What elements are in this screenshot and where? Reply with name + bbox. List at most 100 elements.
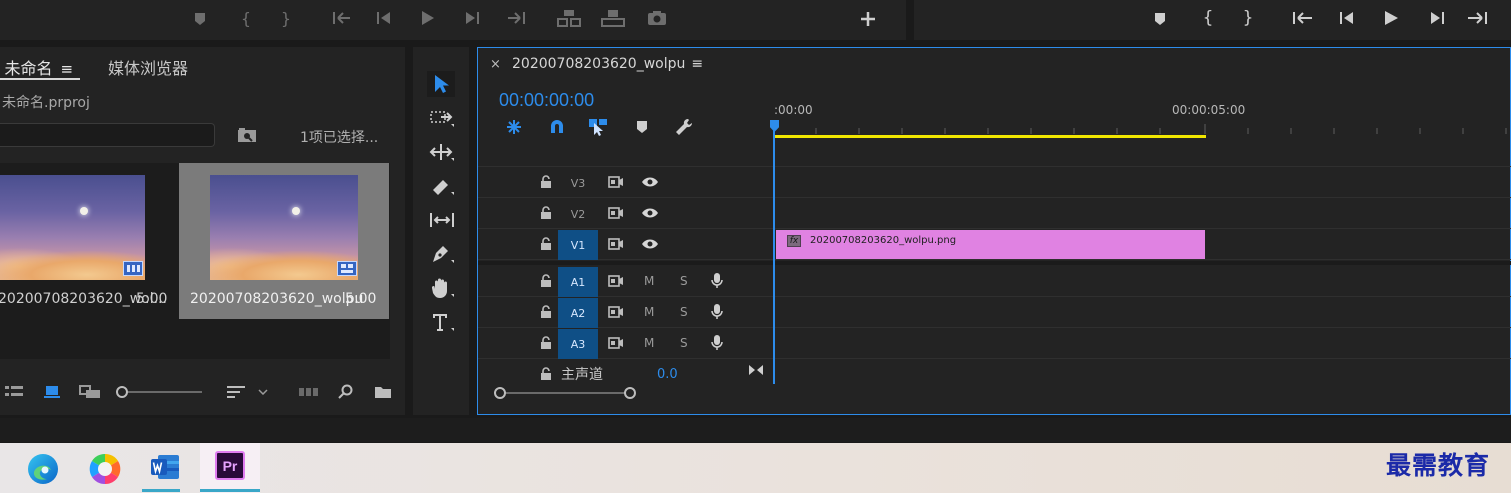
add-marker-icon[interactable]	[1150, 10, 1170, 28]
track-target-v3[interactable]: V3	[558, 168, 598, 198]
wrench-icon[interactable]	[672, 116, 696, 138]
solo-button[interactable]: S	[680, 305, 688, 319]
panel-menu-icon[interactable]: ≡	[61, 60, 74, 78]
new-bin-icon[interactable]	[372, 383, 394, 401]
go-to-out-icon[interactable]	[504, 9, 528, 27]
type-tool-icon[interactable]	[427, 309, 457, 335]
step-back-icon[interactable]	[374, 9, 394, 27]
taskbar-premiere-active[interactable]: Pr	[200, 443, 260, 493]
zoom-slider-handle[interactable]	[116, 386, 128, 398]
lock-icon[interactable]	[538, 335, 554, 351]
solo-button[interactable]: S	[680, 336, 688, 350]
playhead-line[interactable]	[773, 120, 775, 384]
bin-item[interactable]: 20200708203620_wol... 5:00	[0, 163, 178, 319]
search-icon[interactable]	[336, 382, 356, 402]
bin-grid: 20200708203620_wol... 5:00 2020070820362…	[0, 163, 390, 359]
mute-button[interactable]: M	[644, 305, 654, 319]
razor-tool-icon[interactable]	[427, 173, 457, 199]
edge-browser-icon[interactable]	[26, 452, 60, 486]
nest-sequence-icon[interactable]	[502, 117, 526, 137]
360-browser-icon[interactable]	[88, 452, 122, 486]
work-area-bar[interactable]	[775, 135, 1206, 138]
step-forward-icon[interactable]	[462, 9, 482, 27]
microphone-icon[interactable]	[708, 334, 726, 352]
lock-icon[interactable]	[538, 273, 554, 289]
taskbar-word[interactable]	[142, 443, 180, 493]
pen-tool-icon[interactable]	[427, 241, 457, 267]
sync-lock-icon[interactable]	[606, 205, 626, 221]
lock-icon[interactable]	[538, 236, 554, 252]
ripple-edit-tool-icon[interactable]	[427, 139, 457, 165]
snap-magnet-icon[interactable]	[546, 117, 568, 137]
mute-button[interactable]: M	[644, 336, 654, 350]
track-select-tool-icon[interactable]	[427, 105, 457, 131]
close-tab-icon[interactable]: ×	[490, 57, 501, 72]
track-target-a2[interactable]: A2	[558, 298, 598, 328]
export-frame-icon[interactable]	[646, 8, 668, 28]
zoom-slider[interactable]	[116, 386, 202, 398]
scrollbar-left-handle[interactable]	[494, 387, 506, 399]
tab-project[interactable]: : 未命名≡	[0, 55, 73, 79]
track-target-a3[interactable]: A3	[558, 329, 598, 359]
step-forward-icon[interactable]	[1426, 9, 1448, 27]
lock-icon[interactable]	[538, 366, 554, 382]
track-target-v1[interactable]: V1	[558, 230, 598, 260]
mark-out-icon[interactable]: }	[1240, 7, 1256, 29]
scrollbar-right-handle[interactable]	[624, 387, 636, 399]
overwrite-icon[interactable]	[600, 8, 626, 28]
sort-icons-icon[interactable]	[226, 383, 246, 401]
mute-button[interactable]: M	[644, 274, 654, 288]
expand-collapse-icon[interactable]	[746, 362, 766, 378]
sync-lock-icon[interactable]	[606, 236, 626, 252]
master-volume-value[interactable]: 0.0	[657, 367, 678, 382]
play-icon[interactable]	[1380, 8, 1402, 28]
insert-icon[interactable]	[556, 8, 582, 28]
mark-in-icon[interactable]: {	[1200, 7, 1216, 29]
eye-icon[interactable]	[640, 236, 660, 252]
tab-media-browser[interactable]: 媒体浏览器	[108, 55, 188, 79]
sync-lock-icon[interactable]	[606, 304, 626, 320]
eye-icon[interactable]	[640, 205, 660, 221]
selection-tool-icon[interactable]	[427, 71, 455, 97]
go-to-out-icon[interactable]	[1464, 9, 1490, 27]
go-to-in-icon[interactable]	[1290, 9, 1316, 27]
go-to-in-icon[interactable]	[330, 9, 354, 27]
icon-view-icon[interactable]	[42, 383, 62, 401]
hand-tool-icon[interactable]	[427, 275, 457, 301]
button-editor-plus-icon[interactable]	[856, 8, 880, 30]
freeform-view-icon[interactable]	[78, 383, 102, 401]
track-target-a1[interactable]: A1	[558, 267, 598, 297]
play-icon[interactable]	[418, 8, 438, 28]
automate-to-sequence-icon[interactable]	[298, 383, 320, 401]
bin-item-selected[interactable]: 20200708203620_wolpu 5:00	[179, 163, 389, 319]
linked-selection-icon[interactable]	[586, 116, 610, 138]
find-icon[interactable]	[236, 125, 258, 145]
playhead-timecode[interactable]: 00:00:00:00	[499, 90, 594, 111]
slip-tool-icon[interactable]	[427, 207, 457, 233]
lock-icon[interactable]	[538, 304, 554, 320]
microphone-icon[interactable]	[708, 272, 726, 290]
chevron-down-icon[interactable]	[256, 383, 270, 401]
search-input[interactable]	[0, 123, 215, 147]
track-target-v2[interactable]: V2	[558, 199, 598, 229]
sequence-tab[interactable]: 20200708203620_wolpu ≡	[512, 56, 703, 72]
fx-badge[interactable]: fx	[787, 235, 801, 247]
microphone-icon[interactable]	[708, 303, 726, 321]
sync-lock-icon[interactable]	[606, 273, 626, 289]
lock-icon[interactable]	[538, 205, 554, 221]
step-back-icon[interactable]	[1336, 9, 1358, 27]
list-view-icon[interactable]	[4, 383, 26, 401]
eye-icon[interactable]	[640, 174, 660, 190]
panel-menu-icon[interactable]: ≡	[691, 56, 703, 72]
timeline-zoom-scrollbar[interactable]	[494, 386, 636, 400]
mark-in-icon[interactable]: {	[238, 8, 254, 28]
lock-icon[interactable]	[538, 174, 554, 190]
add-marker-icon[interactable]	[632, 118, 652, 136]
timeline-clip[interactable]: fx 20200708203620_wolpu.png	[776, 230, 1205, 259]
sync-lock-icon[interactable]	[606, 335, 626, 351]
sync-lock-icon[interactable]	[606, 174, 626, 190]
taskbar: Pr	[0, 443, 1511, 493]
mark-out-icon[interactable]: }	[278, 8, 294, 28]
add-marker-icon[interactable]	[190, 10, 210, 28]
solo-button[interactable]: S	[680, 274, 688, 288]
